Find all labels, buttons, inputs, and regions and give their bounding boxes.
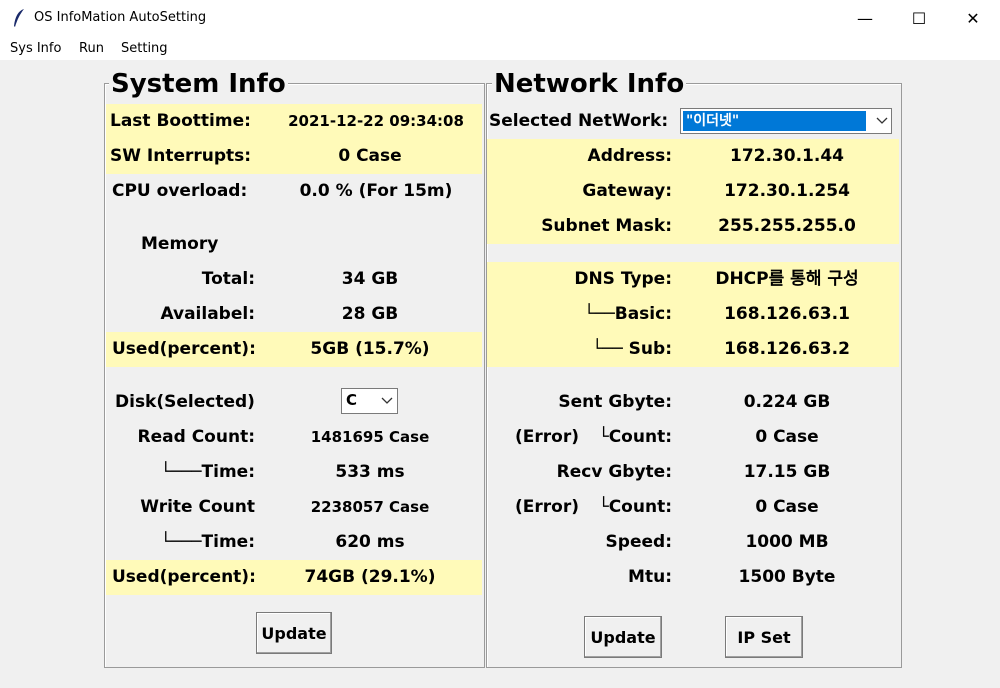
dns-type-row: DNS Type: DHCP를 통해 구성 [487,262,899,297]
mem-used-row: Used(percent): 5GB (15.7%) [106,332,482,367]
read-count-value: 1481695 Case [310,428,430,446]
speed-value: 1000 MB [745,532,829,552]
dns-basic-value: 168.126.63.1 [724,304,850,324]
minimize-button[interactable]: — [838,0,892,36]
sent-value: 0.224 GB [743,392,831,412]
system-update-button[interactable]: Update [256,612,332,654]
gateway-label: Gateway: [582,181,672,201]
subnet-value: 255.255.255.0 [718,216,856,236]
recv-error-label: └Count: [598,497,672,517]
disk-used-row: Used(percent): 74GB (29.1%) [106,560,482,595]
sent-row: Sent Gbyte: 0.224 GB [487,385,899,420]
network-update-button[interactable]: Update [584,616,662,658]
mem-total-row: Total: 34 GB [106,262,482,297]
address-row: Address: 172.30.1.44 [487,139,899,174]
chevron-down-icon [874,109,890,133]
chevron-down-icon [379,389,395,413]
disk-used-label: Used(percent): [112,567,256,587]
network-info-title: Network Info [492,69,687,99]
network-select[interactable]: "이더넷" [680,108,892,134]
mem-total-label: Total: [201,269,255,289]
dns-type-value: DHCP를 통해 구성 [715,269,859,289]
subnet-row: Subnet Mask: 255.255.255.0 [487,209,899,244]
close-button[interactable]: ✕ [946,0,1000,36]
disk-row: Disk(Selected) [106,385,482,420]
mem-avail-value: 28 GB [341,304,399,324]
cpu-row: CPU overload: 0.0 % (For 15m) [106,174,482,209]
maximize-button[interactable]: ☐ [892,0,946,36]
menu-run[interactable]: Run [79,41,104,56]
read-time-row: └───Time: 533 ms [106,455,482,490]
sent-label: Sent Gbyte: [558,392,672,412]
mem-used-label: Used(percent): [112,339,256,359]
menu-setting[interactable]: Setting [121,41,168,56]
recv-error-value: 0 Case [755,497,819,517]
write-count-row: Write Count 2238057 Case [106,490,482,525]
address-label: Address: [587,146,672,166]
mem-avail-row: Availabel: 28 GB [106,297,482,332]
address-value: 172.30.1.44 [729,146,844,166]
sent-error-row: (Error) └Count: 0 Case [487,420,899,455]
dns-sub-value: 168.126.63.2 [724,339,850,359]
title-bar: OS InfoMation AutoSetting — ☐ ✕ [0,0,1000,36]
sent-error-label: └Count: [598,427,672,447]
boottime-label: Last Boottime: [110,111,251,131]
write-count-label: Write Count [140,497,255,517]
gateway-row: Gateway: 172.30.1.254 [487,174,899,209]
sw-interrupts-label: SW Interrupts: [110,146,252,166]
mtu-label: Mtu: [628,567,672,587]
ip-set-button[interactable]: IP Set [725,616,803,658]
mtu-value: 1500 Byte [738,567,836,587]
read-time-value: 533 ms [335,462,405,482]
mem-used-value: 5GB (15.7%) [310,339,430,359]
memory-heading: Memory [141,234,219,254]
write-time-value: 620 ms [335,532,405,552]
disk-used-value: 74GB (29.1%) [304,567,436,587]
dns-basic-row: └──Basic: 168.126.63.1 [487,297,899,332]
system-info-title: System Info [109,69,288,99]
boottime-value: 2021-12-22 09:34:08 [288,112,464,130]
selected-network-label: Selected NetWork: [489,111,669,131]
mem-total-value: 34 GB [341,269,399,289]
disk-label: Disk(Selected) [115,392,255,412]
dns-sub-row: └── Sub: 168.126.63.2 [487,332,899,367]
sw-interrupts-row: SW Interrupts: 0 Case [106,139,482,174]
sent-error-value: 0 Case [755,427,819,447]
mem-avail-label: Availabel: [160,304,255,324]
menu-sys-info[interactable]: Sys Info [10,41,61,56]
subnet-label: Subnet Mask: [541,216,672,236]
speed-row: Speed: 1000 MB [487,525,899,560]
write-count-value: 2238057 Case [310,498,430,516]
recv-row: Recv Gbyte: 17.15 GB [487,455,899,490]
disk-select-value: C [346,391,358,409]
gateway-value: 172.30.1.254 [724,181,850,201]
read-count-row: Read Count: 1481695 Case [106,420,482,455]
recv-label: Recv Gbyte: [556,462,672,482]
read-time-label: └───Time: [160,462,255,482]
boottime-row: Last Boottime: 2021-12-22 09:34:08 [106,104,482,139]
disk-select[interactable]: C [341,388,398,414]
window-title: OS InfoMation AutoSetting [34,10,207,25]
memory-heading-row: Memory [106,227,482,262]
recv-value: 17.15 GB [743,462,831,482]
dns-type-label: DNS Type: [574,269,672,289]
mtu-row: Mtu: 1500 Byte [487,560,899,595]
cpu-label: CPU overload: [112,181,248,201]
feather-icon [14,9,24,27]
cpu-value: 0.0 % (For 15m) [299,181,453,201]
speed-label: Speed: [605,532,672,552]
write-time-label: └───Time: [160,532,255,552]
read-count-label: Read Count: [137,427,255,447]
dns-basic-label: └──Basic: [584,304,672,324]
recv-error-row: (Error) └Count: 0 Case [487,490,899,525]
dns-sub-label: └── Sub: [592,339,672,359]
sw-interrupts-value: 0 Case [338,146,402,166]
write-time-row: └───Time: 620 ms [106,525,482,560]
network-select-value: "이더넷" [683,111,866,131]
